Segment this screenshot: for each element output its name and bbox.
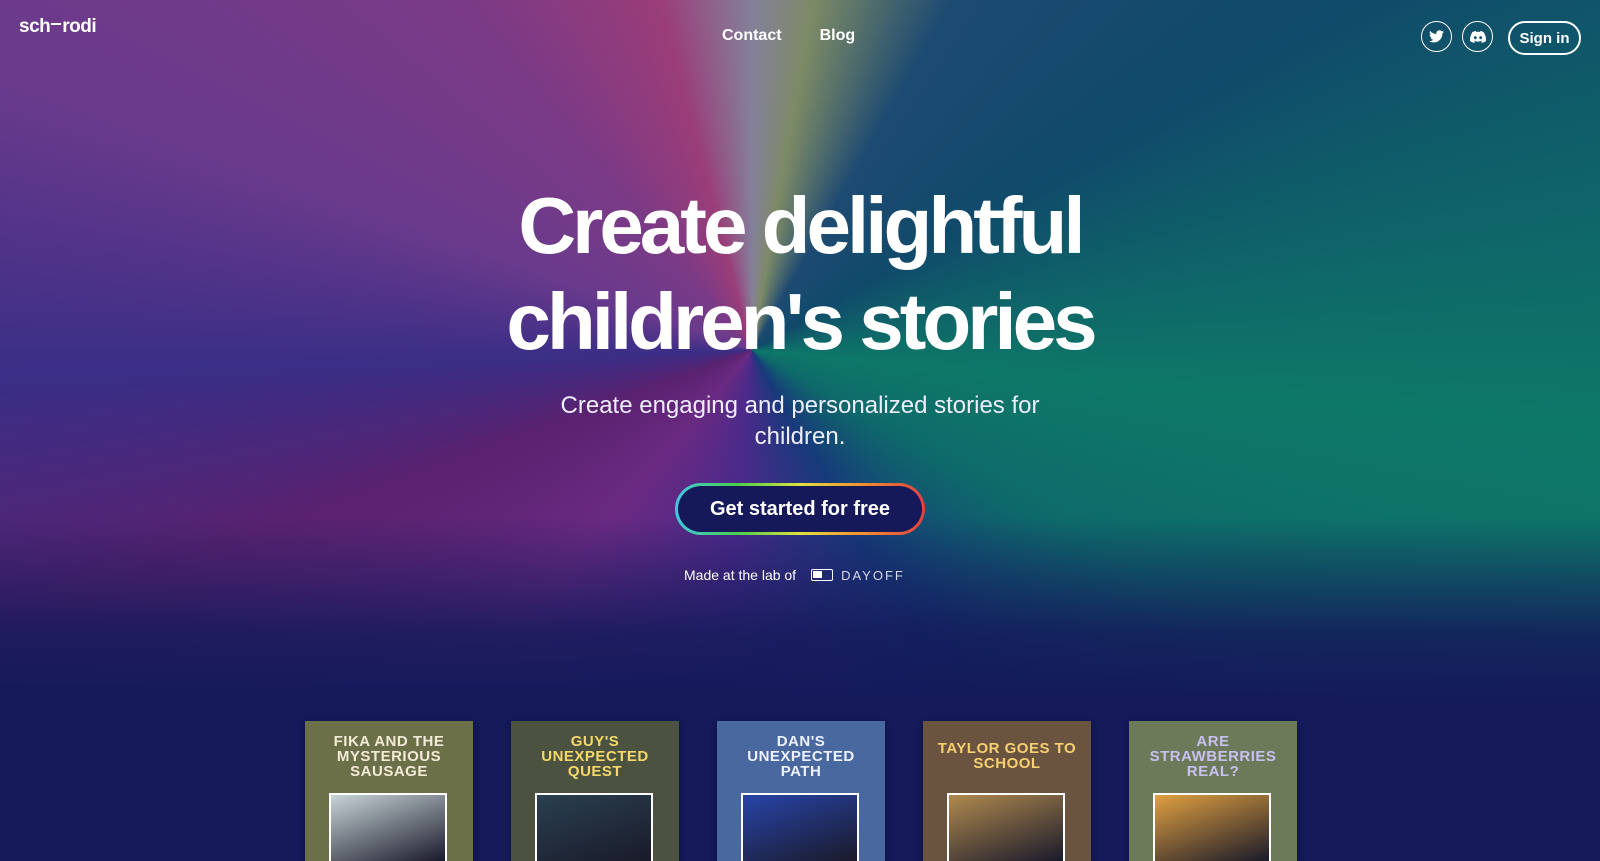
hero-title-line-1: Create delightful — [518, 181, 1085, 270]
book-cover-image — [1153, 793, 1271, 861]
toggle-icon — [811, 569, 834, 581]
discord-button[interactable] — [1462, 21, 1493, 52]
hero-title-line-2: children's stories — [506, 277, 1097, 366]
logo-bar — [51, 22, 62, 25]
social-links — [1421, 21, 1493, 52]
book-card[interactable]: FIKA AND THE MYSTERIOUS SAUSAGE — [305, 721, 473, 861]
book-card[interactable]: ARE STRAWBERRIES REAL? — [1129, 721, 1297, 861]
book-cover-image — [535, 793, 653, 861]
book-card[interactable]: DAN'S UNEXPECTED PATH — [717, 721, 885, 861]
logo-text-left: sch — [19, 16, 51, 37]
twitter-icon — [1429, 30, 1444, 43]
hero-title: Create delightful children's stories — [0, 178, 1600, 370]
made-at-label: Made at the lab of — [684, 567, 797, 583]
book-title: TAYLOR GOES TO SCHOOL — [937, 740, 1077, 772]
twitter-button[interactable] — [1421, 21, 1452, 52]
book-cover-image — [947, 793, 1065, 861]
discord-icon — [1469, 30, 1486, 43]
sign-in-button[interactable]: Sign in — [1508, 21, 1581, 55]
logo-text-right: rodi — [62, 16, 97, 37]
book-card[interactable]: GUY'S UNEXPECTED QUEST — [511, 721, 679, 861]
book-cover-image — [329, 793, 447, 861]
dayoff-logo[interactable]: DAYOFF — [811, 568, 905, 583]
book-title: FIKA AND THE MYSTERIOUS SAUSAGE — [333, 732, 445, 780]
main-nav: Contact Blog — [722, 27, 855, 45]
logo[interactable]: sch rodi — [19, 16, 97, 38]
nav-contact-link[interactable]: Contact — [722, 27, 782, 45]
book-card[interactable]: TAYLOR GOES TO SCHOOL — [923, 721, 1091, 861]
nav-blog-link[interactable]: Blog — [820, 27, 856, 45]
get-started-button[interactable]: Get started for free — [675, 483, 925, 535]
hero-subtitle: Create engaging and personalized stories… — [560, 392, 1040, 450]
made-at-lab: Made at the lab of DAYOFF — [684, 567, 905, 583]
dayoff-name: DAYOFF — [841, 567, 905, 583]
get-started-label: Get started for free — [678, 486, 922, 532]
book-title: GUY'S UNEXPECTED QUEST — [541, 732, 649, 780]
book-cover-image — [741, 793, 859, 861]
book-title: ARE STRAWBERRIES REAL? — [1149, 732, 1277, 780]
book-gallery: FIKA AND THE MYSTERIOUS SAUSAGE GUY'S UN… — [305, 721, 1297, 861]
book-title: DAN'S UNEXPECTED PATH — [747, 732, 855, 780]
